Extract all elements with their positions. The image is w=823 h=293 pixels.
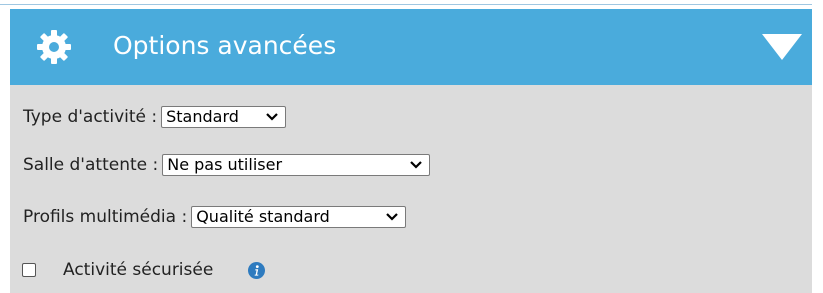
activity-type-row: Type d'activité : Standard [23,105,287,129]
advanced-options-panel: Options avancées Type d'activité : Stand… [10,9,812,293]
chevron-down-icon [410,161,423,169]
advanced-options-frame: Options avancées Type d'activité : Stand… [0,0,823,293]
waiting-room-label: Salle d'attente : [23,155,159,175]
panel-title: Options avancées [113,31,337,60]
top-divider [0,4,812,5]
chevron-down-icon [386,213,398,221]
activity-type-label: Type d'activité : [23,107,158,127]
media-profile-row: Profils multimédia : Qualité standard [23,205,407,229]
waiting-room-row: Salle d'attente : Ne pas utiliser [23,153,431,177]
media-profile-label: Profils multimédia : [23,207,188,227]
activity-type-value: Standard [166,107,239,126]
triangle-down-icon[interactable] [762,34,802,60]
waiting-room-select[interactable]: Ne pas utiliser [162,154,431,176]
panel-header[interactable]: Options avancées [10,9,812,85]
chevron-down-icon [266,113,278,121]
secure-activity-label: Activité sécurisée [63,260,214,280]
info-icon[interactable] [248,262,265,279]
media-profile-select[interactable]: Qualité standard [191,206,407,228]
secure-activity-checkbox[interactable] [22,263,36,277]
waiting-room-value: Ne pas utiliser [167,155,283,174]
gear-icon [37,30,71,64]
media-profile-value: Qualité standard [196,207,330,226]
activity-type-select[interactable]: Standard [161,106,287,128]
